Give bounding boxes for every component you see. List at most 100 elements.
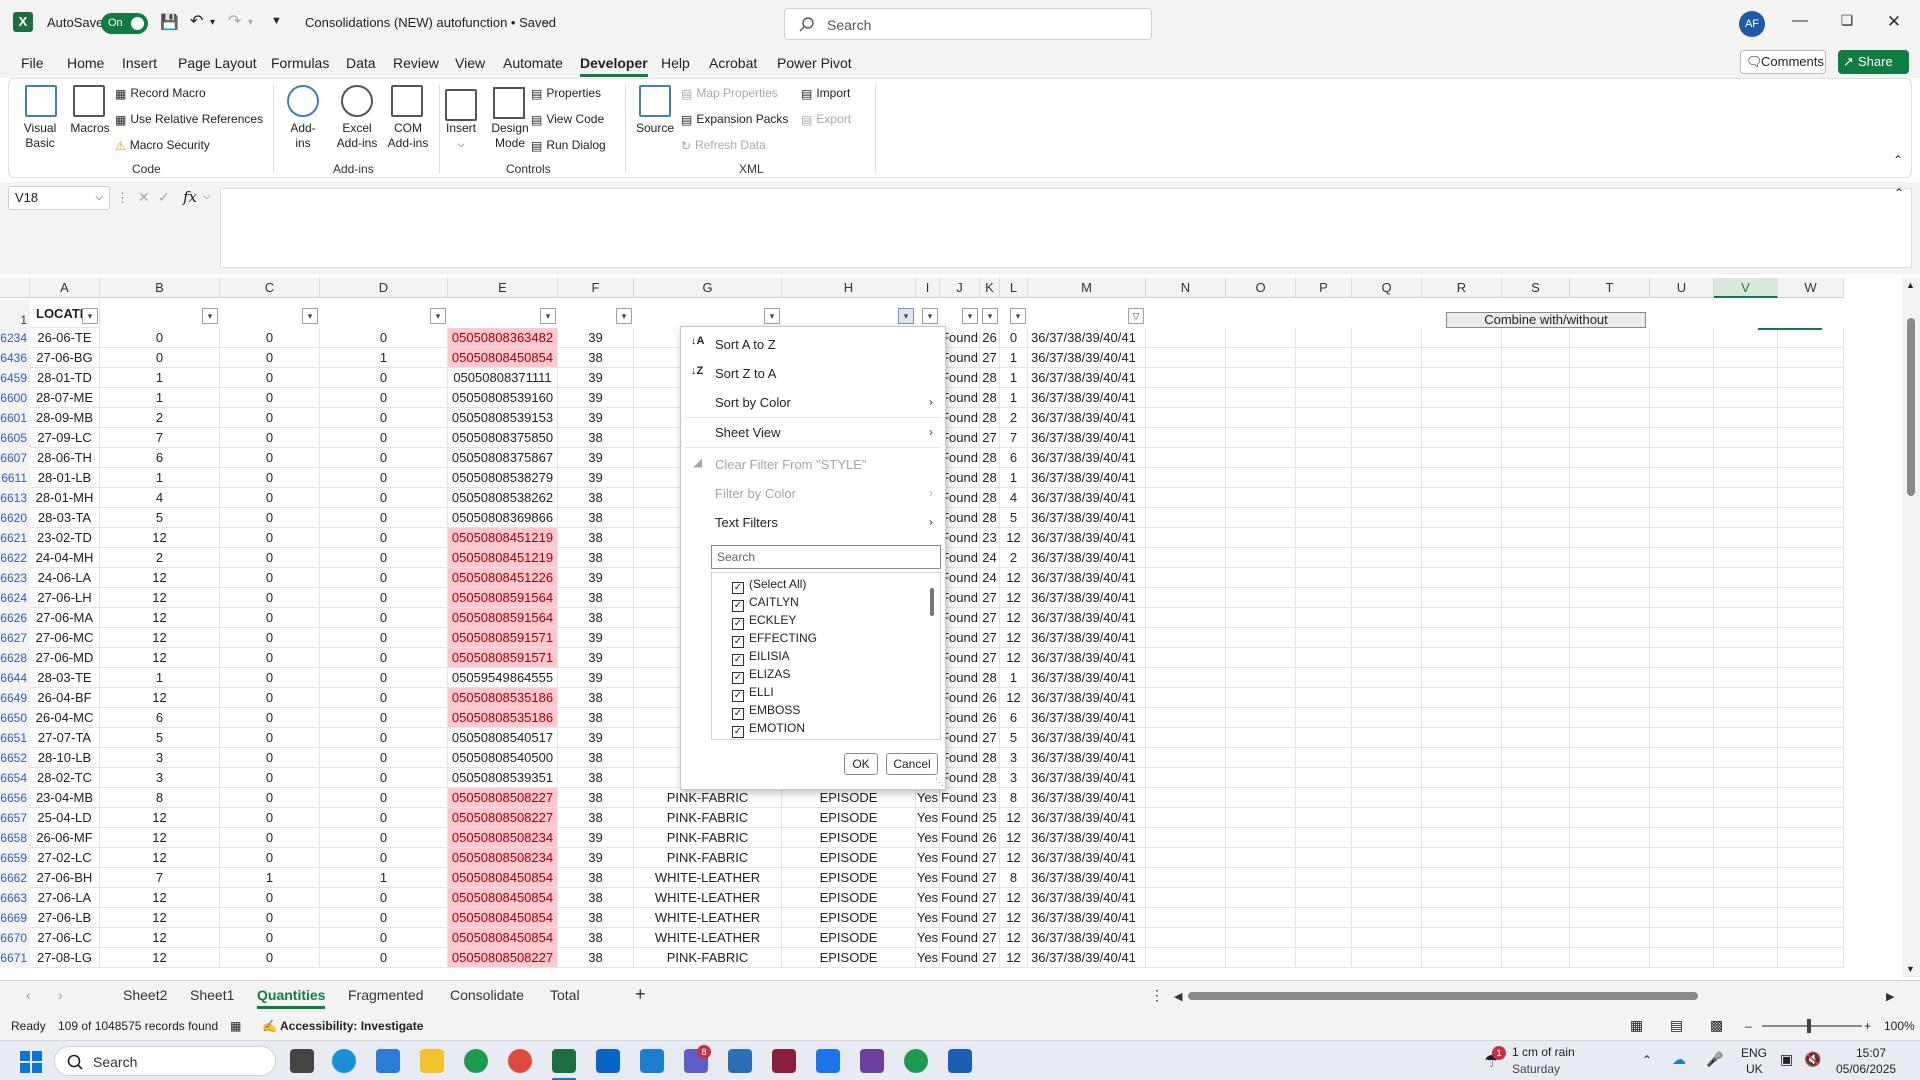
cell-e[interactable]: 05050808375850 <box>448 428 558 448</box>
cell-m[interactable]: 36/37/38/39/40/41 <box>1028 948 1146 968</box>
cell-l[interactable]: 1 <box>1000 348 1028 368</box>
cell-e[interactable]: 05050808539160 <box>448 388 558 408</box>
resize-grip-icon[interactable]: ⋱ <box>935 777 944 788</box>
cell-u[interactable] <box>1650 948 1714 968</box>
cell-r[interactable] <box>1422 928 1502 948</box>
cell-m[interactable]: 36/37/38/39/40/41 <box>1028 848 1146 868</box>
cell-v[interactable] <box>1714 688 1778 708</box>
cell-t[interactable] <box>1570 748 1650 768</box>
cell-w[interactable] <box>1778 368 1844 388</box>
cell-q[interactable] <box>1352 668 1422 688</box>
cell-p[interactable] <box>1296 648 1352 668</box>
cell-s[interactable] <box>1502 728 1570 748</box>
cell-l[interactable]: 3 <box>1000 748 1028 768</box>
cell-a[interactable]: 27-06-LA <box>30 888 100 908</box>
cell-i[interactable]: Yes <box>916 788 940 808</box>
cell-l[interactable]: 7 <box>1000 428 1028 448</box>
cell-e[interactable]: 05050808535186 <box>448 688 558 708</box>
cell-t[interactable] <box>1570 548 1650 568</box>
cell-a[interactable]: 27-06-BH <box>30 868 100 888</box>
cell-d[interactable]: 0 <box>320 488 448 508</box>
tabs-scroll-right-icon[interactable]: › <box>58 987 63 1003</box>
cell-d[interactable]: 0 <box>320 928 448 948</box>
cell-q[interactable] <box>1352 828 1422 848</box>
cell-a[interactable]: 27-07-TA <box>30 728 100 748</box>
cell-j[interactable]: Found <box>940 668 980 688</box>
cell-e[interactable]: 05050808539153 <box>448 408 558 428</box>
cell-s[interactable] <box>1502 448 1570 468</box>
row-header[interactable]: 6671 <box>0 948 30 968</box>
row-header[interactable]: 6600 <box>0 388 30 408</box>
cell-r[interactable] <box>1422 508 1502 528</box>
cell-l[interactable]: 12 <box>1000 828 1028 848</box>
cell-q[interactable] <box>1352 588 1422 608</box>
cell-f[interactable]: 38 <box>558 888 634 908</box>
cell-n[interactable] <box>1146 348 1226 368</box>
cell-n[interactable] <box>1146 688 1226 708</box>
cell-f[interactable]: 39 <box>558 848 634 868</box>
cell-o[interactable] <box>1226 908 1296 928</box>
cell-p[interactable] <box>1296 488 1352 508</box>
cell-k[interactable]: 27 <box>980 868 1000 888</box>
cell-t[interactable] <box>1570 348 1650 368</box>
zoom-in-icon[interactable]: + <box>1864 1019 1871 1033</box>
cell-c[interactable]: 0 <box>220 588 320 608</box>
cell-u[interactable] <box>1650 848 1714 868</box>
cell-a[interactable]: 26-06-TE <box>30 328 100 348</box>
cell-e[interactable]: 05050808375867 <box>448 448 558 468</box>
customize-qat-icon[interactable]: ▼ <box>271 15 282 27</box>
cell-s[interactable] <box>1502 628 1570 648</box>
cell-c[interactable]: 0 <box>220 808 320 828</box>
column-header-r[interactable]: R <box>1422 278 1502 298</box>
cell-w[interactable] <box>1778 568 1844 588</box>
cell-t[interactable] <box>1570 448 1650 468</box>
cell-a[interactable]: 25-04-LD <box>30 808 100 828</box>
cell-o[interactable] <box>1226 928 1296 948</box>
cell-r[interactable] <box>1422 748 1502 768</box>
tab-developer[interactable]: Developer <box>580 55 648 77</box>
cell-t[interactable] <box>1570 648 1650 668</box>
cell-q[interactable] <box>1352 388 1422 408</box>
cell-o[interactable] <box>1226 568 1296 588</box>
zoom-slider-thumb[interactable] <box>1807 1019 1811 1033</box>
cell-g[interactable]: PINK-FABRIC <box>634 828 782 848</box>
combine-with-without-button[interactable]: Combine with/without <box>1446 312 1646 328</box>
cell-o[interactable] <box>1226 748 1296 768</box>
column-header-b[interactable]: B <box>100 278 220 298</box>
cell-k[interactable]: 27 <box>980 848 1000 868</box>
filter-dropdown-icon-b[interactable]: ▾ <box>202 308 218 324</box>
cell-f[interactable]: 39 <box>558 648 634 668</box>
cell-t[interactable] <box>1570 468 1650 488</box>
cell-s[interactable] <box>1502 428 1570 448</box>
row-header[interactable]: 6627 <box>0 628 30 648</box>
cell-c[interactable]: 0 <box>220 348 320 368</box>
cell-b[interactable]: 12 <box>100 568 220 588</box>
add-sheet-button[interactable]: + <box>635 984 646 1005</box>
name-box[interactable]: V18 ⌵ <box>8 186 110 210</box>
cell-q[interactable] <box>1352 568 1422 588</box>
row-header[interactable]: 6621 <box>0 528 30 548</box>
cell-a[interactable]: 27-02-LC <box>30 848 100 868</box>
cell-o[interactable] <box>1226 348 1296 368</box>
cell-n[interactable] <box>1146 928 1226 948</box>
cell-q[interactable] <box>1352 688 1422 708</box>
row-header[interactable]: 6663 <box>0 888 30 908</box>
cell-v[interactable] <box>1714 588 1778 608</box>
cell-w[interactable] <box>1778 848 1844 868</box>
cell-l[interactable]: 2 <box>1000 408 1028 428</box>
tab-page-layout[interactable]: Page Layout <box>178 55 257 71</box>
cell-s[interactable] <box>1502 488 1570 508</box>
cell-f[interactable]: 38 <box>558 588 634 608</box>
cell-e[interactable]: 05050808363482 <box>448 328 558 348</box>
cell-n[interactable] <box>1146 888 1226 908</box>
cell-c[interactable]: 0 <box>220 948 320 968</box>
cell-e[interactable]: 05050808535186 <box>448 708 558 728</box>
cell-m[interactable]: 36/37/38/39/40/41 <box>1028 548 1146 568</box>
cell-q[interactable] <box>1352 608 1422 628</box>
cell-q[interactable] <box>1352 768 1422 788</box>
cell-d[interactable]: 0 <box>320 468 448 488</box>
cell-n[interactable] <box>1146 648 1226 668</box>
cell-d[interactable]: 0 <box>320 608 448 628</box>
cell-u[interactable] <box>1650 808 1714 828</box>
cell-e[interactable]: 05050808369866 <box>448 508 558 528</box>
